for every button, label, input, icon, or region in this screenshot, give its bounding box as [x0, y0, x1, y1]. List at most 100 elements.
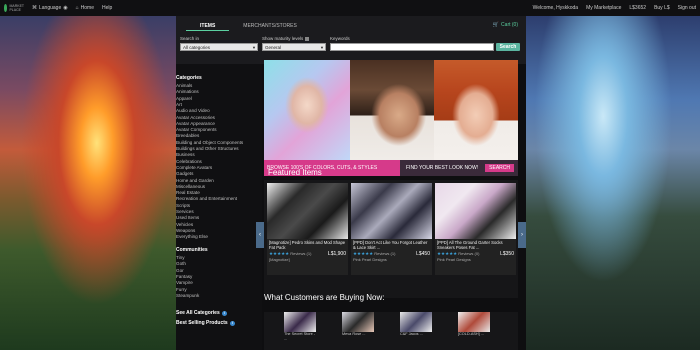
reviews-count: Reviews (0) [458, 251, 480, 256]
sidebar-community-item[interactable]: Fantasy [176, 274, 192, 280]
sidebar-category-item[interactable]: Animals [176, 83, 192, 89]
product-image[interactable] [351, 183, 432, 239]
category-select[interactable]: All categories ▼ [180, 43, 258, 51]
language-selector[interactable]: ⌘ Language ◉ [32, 5, 68, 11]
sidebar-community-item[interactable]: Vampire [176, 280, 193, 286]
rating-stars-icon: ★★★★★ [353, 251, 374, 256]
sidebar-category-item[interactable]: Weapons [176, 228, 195, 234]
best-selling-link[interactable]: Best Selling Products i [176, 320, 235, 326]
seller-name[interactable]: Pink Pearl Designs [351, 257, 432, 262]
maturity-label: Show maturity levels [262, 36, 310, 41]
sidebar-category-item[interactable]: Building and Object Components [176, 140, 243, 146]
sidebar-community-item[interactable]: Steampunk [176, 293, 199, 299]
maturity-select[interactable]: General ▼ [262, 43, 326, 51]
sidebar-category-item[interactable]: Gadgets [176, 171, 193, 177]
search-button[interactable]: Search [496, 43, 520, 51]
top-bar: MARKET PLACE ⌘ Language ◉ ⌂ Home Help We… [0, 0, 700, 16]
sidebar-category-item[interactable]: Used Items [176, 215, 199, 221]
product-name[interactable]: [PPD] All The Ground Garter Socks Sneake… [435, 239, 516, 251]
seller-name[interactable]: Pink Pearl Designs [435, 257, 516, 262]
logo-icon [4, 4, 8, 12]
featured-item-card[interactable]: [PPD] All The Ground Garter Socks Sneake… [435, 183, 516, 275]
product-image[interactable] [458, 312, 490, 332]
keywords-input[interactable] [330, 43, 494, 51]
buy-lindens-link[interactable]: Buy L$ [654, 5, 670, 11]
customer-product[interactable]: The Secret Store - ... [284, 312, 318, 341]
sidebar-category-item[interactable]: Avatar Accessories [176, 115, 215, 121]
sidebar-category-item[interactable]: Home and Garden [176, 178, 214, 184]
sidebar-category-item[interactable]: Services [176, 209, 194, 215]
product-name[interactable]: [COLD-ASH] ... [458, 332, 492, 337]
info-icon: i [221, 310, 227, 316]
tab-items[interactable]: ITEMS [186, 21, 230, 31]
product-name[interactable]: The Secret Store - ... [284, 332, 318, 341]
product-image[interactable] [435, 183, 516, 239]
sidebar-category-item[interactable]: Real Estate [176, 190, 200, 196]
maturity-icon [305, 36, 310, 41]
background-sunset [0, 16, 176, 350]
reviews-count: Reviews (1) [374, 251, 396, 256]
banner-avatar-image [350, 60, 434, 160]
seller-name[interactable]: [Magnotize] [267, 257, 348, 262]
marketplace-logo[interactable]: MARKET PLACE [4, 1, 24, 15]
categories-title: Categories [176, 75, 202, 81]
sidebar-category-item[interactable]: Animations [176, 89, 199, 95]
sidebar: Categories Animals Animations Apparel Art Au… [176, 64, 262, 350]
keywords-label: Keywords [330, 36, 350, 41]
sidebar-category-item[interactable]: Avatar Components [176, 127, 217, 133]
see-all-label: See All Categories [176, 310, 220, 316]
see-all-categories-link[interactable]: See All Categories i [176, 310, 227, 316]
customer-product[interactable]: C&F Jacos ... [400, 312, 434, 337]
banner-avatar-image [264, 60, 350, 160]
sidebar-category-item[interactable]: Celebrations [176, 159, 202, 165]
featured-title: Featured Items [268, 168, 322, 177]
banner-right-text: FIND YOUR BEST LOOK NOW! SEARCH [400, 160, 518, 176]
rating-stars-icon: ★★★★★ [437, 251, 458, 256]
sidebar-category-item[interactable]: Audio and Video [176, 108, 210, 114]
help-link[interactable]: Help [102, 5, 112, 11]
home-icon: ⌂ [75, 5, 79, 11]
cart-icon: 🛒 [492, 22, 500, 28]
sidebar-category-item[interactable]: Complete Avatars [176, 165, 212, 171]
banner-search-button[interactable]: SEARCH [485, 164, 514, 172]
sidebar-category-item[interactable]: Scripts [176, 203, 190, 209]
search-header: ITEMS MERCHANTS/STORES 🛒 Cart (0) Search… [176, 16, 526, 64]
maturity-select-value: General [265, 45, 282, 50]
sidebar-category-item[interactable]: Apparel [176, 96, 192, 102]
product-name[interactable]: [PPD] Don't Act Like You Forgot Leather … [351, 239, 432, 251]
customer-product[interactable]: [COLD-ASH] ... [458, 312, 492, 337]
product-name[interactable]: Meva Rose ... [342, 332, 376, 337]
sidebar-community-item[interactable]: Gor [176, 268, 184, 274]
product-name[interactable]: [Magnotize] Pedro Skins and Mod Shape Fa… [267, 239, 348, 251]
sidebar-category-item[interactable]: Everything Else [176, 234, 208, 240]
sidebar-category-item[interactable]: Breedables [176, 133, 199, 139]
sidebar-community-item[interactable]: Tiny [176, 255, 185, 261]
sidebar-category-item[interactable]: Buildings and Other Structures [176, 146, 239, 152]
product-image[interactable] [284, 312, 316, 332]
sidebar-category-item[interactable]: Vehicles [176, 222, 193, 228]
carousel-next-button[interactable]: › [518, 222, 526, 248]
sidebar-category-item[interactable]: Avatar Appearance [176, 121, 215, 127]
sidebar-category-item[interactable]: Recreation and Entertainment [176, 196, 237, 202]
banner-avatar-image [434, 60, 518, 160]
my-marketplace-link[interactable]: My Marketplace [586, 5, 621, 11]
sidebar-community-item[interactable]: Furry [176, 287, 187, 293]
featured-item-card[interactable]: [PPD] Don't Act Like You Forgot Leather … [351, 183, 432, 275]
sidebar-category-item[interactable]: Art [176, 102, 182, 108]
promo-banner[interactable]: BROWSE 100'S OF COLORS, CUTS, & STYLES F… [264, 60, 518, 176]
product-image[interactable] [267, 183, 348, 239]
cart-link[interactable]: 🛒 Cart (0) [493, 22, 518, 28]
product-name[interactable]: C&F Jacos ... [400, 332, 434, 337]
customer-product[interactable]: Meva Rose ... [342, 312, 376, 337]
home-link[interactable]: ⌂ Home [76, 5, 94, 11]
carousel-prev-button[interactable]: ‹ [256, 222, 264, 248]
product-image[interactable] [400, 312, 432, 332]
tab-merchants[interactable]: MERCHANTS/STORES [229, 21, 311, 31]
sidebar-category-item[interactable]: Business [176, 152, 195, 158]
sidebar-category-item[interactable]: Miscellaneous [176, 184, 205, 190]
background-night [524, 16, 700, 350]
featured-item-card[interactable]: [Magnotize] Pedro Skins and Mod Shape Fa… [267, 183, 348, 275]
signout-link[interactable]: Sign out [678, 5, 696, 11]
product-image[interactable] [342, 312, 374, 332]
sidebar-community-item[interactable]: Goth [176, 261, 186, 267]
